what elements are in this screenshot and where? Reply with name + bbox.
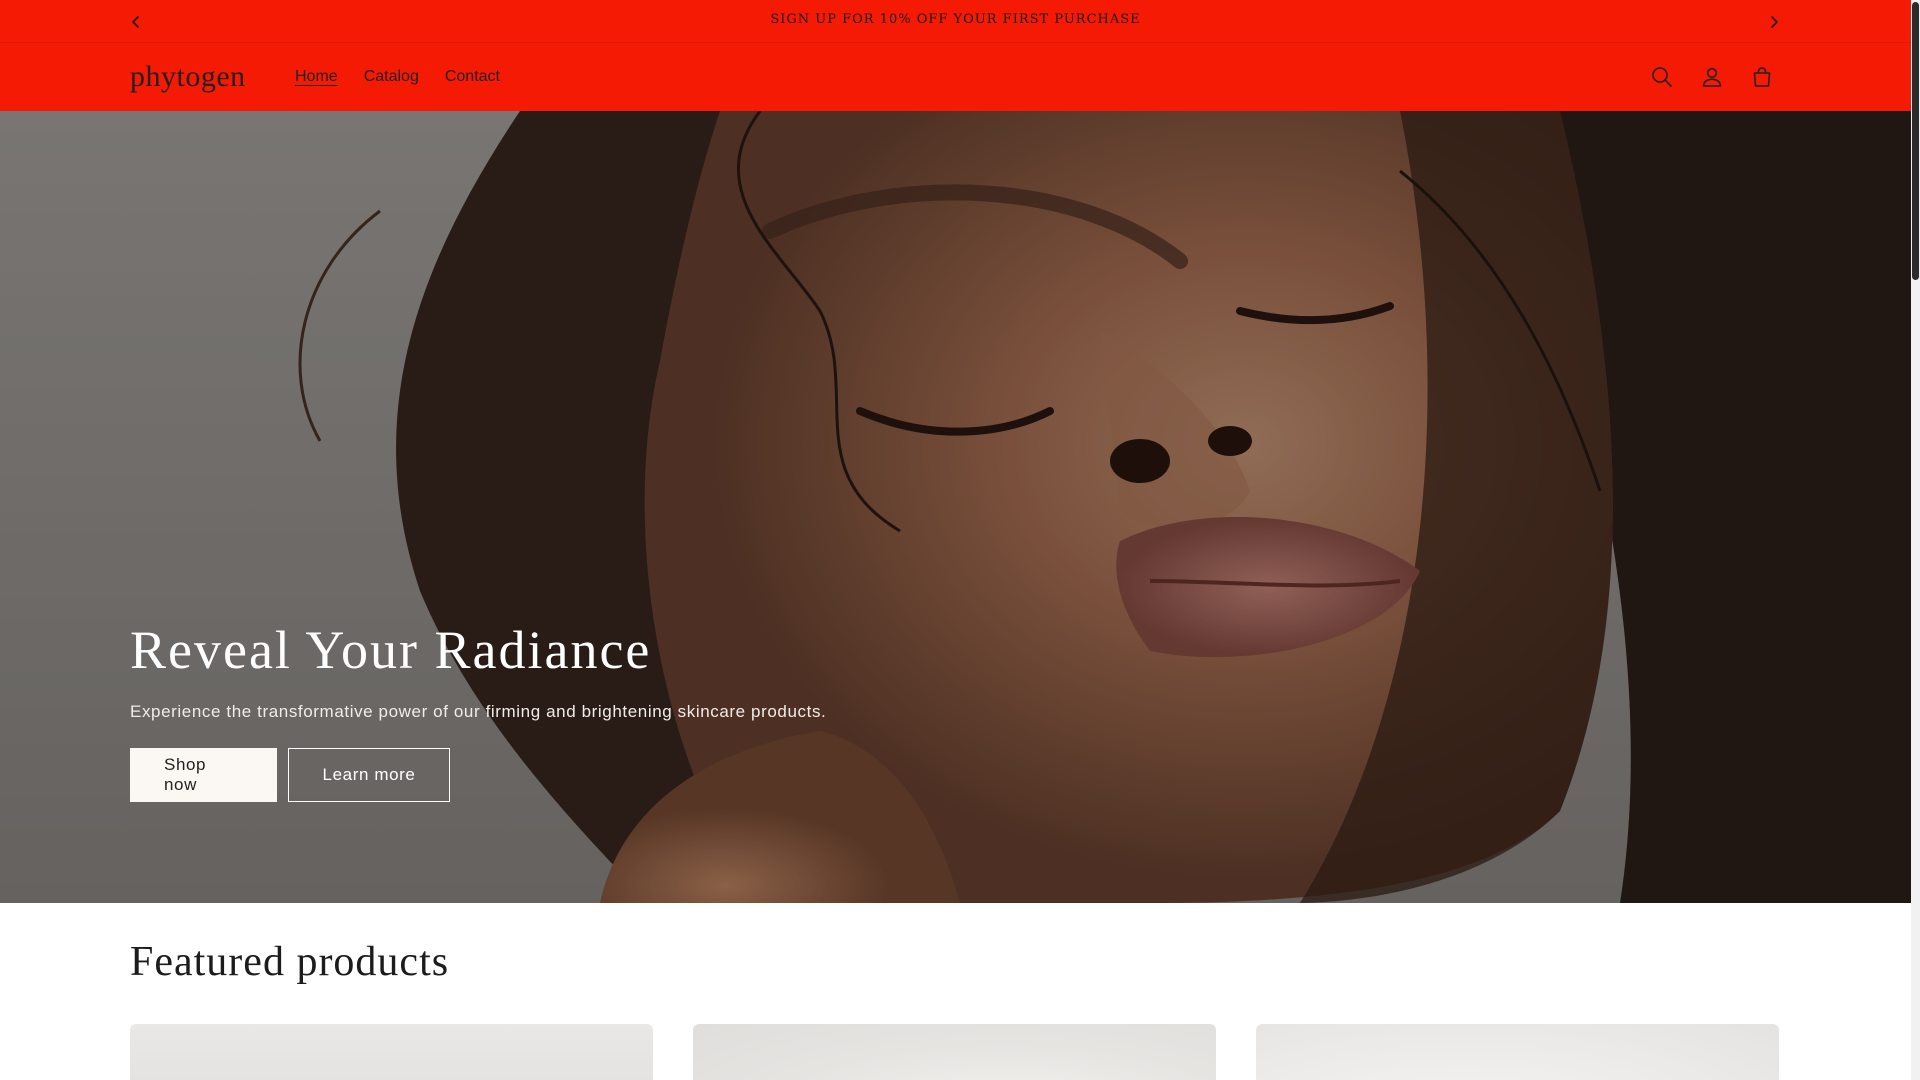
- product-card[interactable]: [130, 1024, 653, 1080]
- hero-buttons: Shop now Learn more: [130, 748, 826, 803]
- scrollbar-thumb[interactable]: [1912, 2, 1919, 280]
- shop-now-button[interactable]: Shop now: [130, 748, 277, 803]
- cart-icon: [1753, 67, 1771, 87]
- featured-products-heading: Featured products: [130, 939, 450, 985]
- hero-content: Reveal Your Radiance Experience the tran…: [130, 620, 827, 803]
- hero-title: Reveal Your Radiance: [130, 620, 652, 680]
- announcement-next-button[interactable]: [1760, 8, 1788, 36]
- store-logo[interactable]: phytogen: [130, 60, 246, 94]
- search-button[interactable]: [1648, 63, 1676, 91]
- site-header: phytogen Home Catalog Contact: [0, 43, 1911, 111]
- chevron-right-icon: [1771, 16, 1778, 28]
- account-icon: [1702, 67, 1722, 87]
- hero-banner: Reveal Your Radiance Experience the tran…: [0, 111, 1911, 903]
- storefront-page: SIGN UP FOR 10% OFF YOUR FIRST PURCHASE …: [0, 0, 1911, 1080]
- product-grid: [130, 1024, 1779, 1080]
- learn-more-button[interactable]: Learn more: [288, 748, 450, 803]
- page-scrollbar[interactable]: [1911, 0, 1920, 1080]
- nav-link-catalog[interactable]: Catalog: [364, 68, 419, 86]
- product-card[interactable]: [1256, 1024, 1779, 1080]
- search-icon: [1652, 67, 1672, 87]
- main-nav: Home Catalog Contact: [295, 68, 500, 86]
- nav-link-home[interactable]: Home: [295, 68, 338, 86]
- hero-subtitle: Experience the transformative power of o…: [130, 702, 827, 722]
- product-card[interactable]: [693, 1024, 1216, 1080]
- announcement-bar: SIGN UP FOR 10% OFF YOUR FIRST PURCHASE: [0, 0, 1911, 43]
- account-button[interactable]: [1698, 63, 1726, 91]
- nav-link-contact[interactable]: Contact: [445, 68, 500, 86]
- announcement-text[interactable]: SIGN UP FOR 10% OFF YOUR FIRST PURCHASE: [0, 12, 1911, 27]
- header-icons: [1648, 63, 1776, 91]
- cart-button[interactable]: [1748, 63, 1776, 91]
